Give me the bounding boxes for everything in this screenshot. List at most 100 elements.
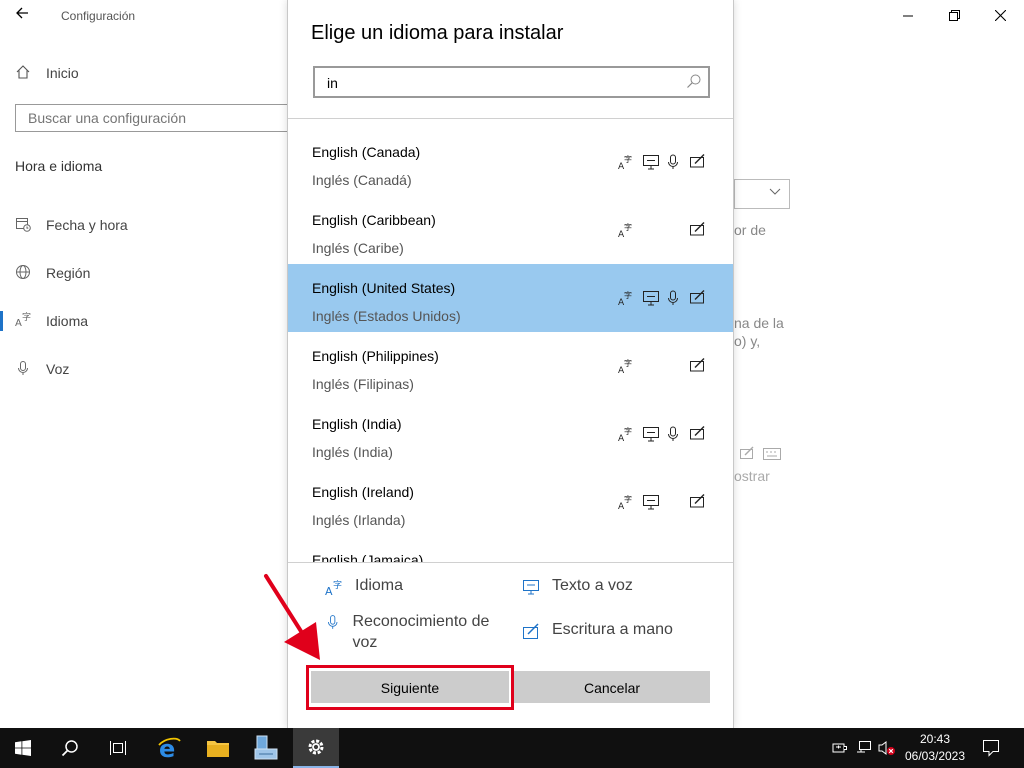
close-button[interactable] xyxy=(977,0,1023,32)
handwriting-icon xyxy=(523,623,539,639)
restore-button[interactable] xyxy=(931,0,977,32)
microphone-icon xyxy=(666,426,684,442)
sidebar-item-label: Idioma xyxy=(46,313,89,329)
language-name: English (Philippines) xyxy=(312,348,439,364)
language-list-item[interactable]: English (India) Inglés (India) A 字 xyxy=(288,400,733,468)
annotation-arrow-icon xyxy=(264,574,320,660)
legend-label: Escritura a mano xyxy=(552,621,673,638)
language-list[interactable]: English (Canada) Inglés (Canadá) A 字 English… xyxy=(288,118,733,562)
language-icon: A字 xyxy=(15,311,46,331)
text-to-speech-icon xyxy=(642,494,660,510)
settings-search[interactable] xyxy=(15,104,295,132)
microphone-icon xyxy=(666,154,684,170)
file-explorer-button[interactable] xyxy=(195,728,241,768)
legend-label: Texto a voz xyxy=(552,577,633,594)
microphone-icon xyxy=(666,290,684,306)
sidebar-item-speech[interactable]: Voz xyxy=(15,357,69,381)
sidebar-item-language[interactable]: A字 Idioma xyxy=(15,309,88,333)
language-name: English (Jamaica) xyxy=(312,552,424,562)
background-dropdown[interactable] xyxy=(734,179,790,209)
annotation-highlight-box xyxy=(306,665,514,710)
svg-text:A: A xyxy=(15,318,22,328)
language-local-name: Inglés (India) xyxy=(312,444,393,460)
volume-muted-icon xyxy=(878,741,895,755)
svg-text:字: 字 xyxy=(624,222,632,232)
sidebar-item-label: Fecha y hora xyxy=(46,217,128,233)
svg-text:字: 字 xyxy=(624,426,632,436)
language-name: English (Caribbean) xyxy=(312,212,436,228)
language-search-box[interactable] xyxy=(313,66,710,98)
svg-text:字: 字 xyxy=(624,154,632,164)
text-to-speech-icon xyxy=(642,426,660,442)
legend-language: A字 Idioma xyxy=(325,577,403,597)
clock-date: 06/03/2023 xyxy=(904,749,966,763)
language-list-item[interactable]: English (Caribbean) Inglés (Caribe) A 字 xyxy=(288,196,733,264)
home-icon xyxy=(15,64,46,83)
language-icon: A字 xyxy=(618,222,636,240)
handwriting-icon xyxy=(690,426,708,442)
background-text: or de xyxy=(734,222,766,238)
sidebar-item-region[interactable]: Región xyxy=(15,261,90,285)
language-local-name: Inglés (Estados Unidos) xyxy=(312,308,461,324)
internet-explorer-button[interactable]: e xyxy=(146,728,192,768)
minimize-button[interactable] xyxy=(885,0,931,32)
internet-explorer-icon: e xyxy=(158,736,181,760)
svg-text:字: 字 xyxy=(22,312,31,323)
taskbar-search-button[interactable] xyxy=(47,728,93,768)
active-indicator xyxy=(0,311,3,331)
language-name: English (India) xyxy=(312,416,402,432)
language-local-name: Inglés (Irlanda) xyxy=(312,512,406,528)
svg-text:字: 字 xyxy=(333,579,342,591)
search-icon xyxy=(61,740,78,757)
cancel-button[interactable]: Cancelar xyxy=(514,671,710,703)
chevron-down-icon xyxy=(769,185,781,200)
background-text: o) y, xyxy=(734,333,761,349)
svg-text:字: 字 xyxy=(624,358,632,368)
globe-icon xyxy=(15,264,46,283)
language-list-item[interactable]: English (Philippines) Inglés (Filipinas) A… xyxy=(288,332,733,400)
text-to-speech-icon xyxy=(642,154,660,170)
language-name: English (Canada) xyxy=(312,144,421,160)
windows-logo-icon xyxy=(15,740,31,756)
language-list-item[interactable]: English (Canada) Inglés (Canadá) A 字 xyxy=(288,128,733,196)
sidebar-item-label: Voz xyxy=(46,361,70,377)
network-tray-button[interactable] xyxy=(854,728,874,768)
language-icon: A字 xyxy=(618,154,636,172)
volume-tray-button[interactable] xyxy=(876,728,898,768)
power-tray-button[interactable] xyxy=(830,728,850,768)
language-list-item[interactable]: English (United States) Inglés (Estados U… xyxy=(288,264,733,332)
gear-icon xyxy=(308,739,324,755)
server-manager-button[interactable] xyxy=(243,728,289,768)
language-list-item[interactable]: English (Jamaica)A字 xyxy=(288,536,733,562)
language-search-input[interactable] xyxy=(325,72,669,94)
taskbar-clock[interactable]: 20:43 06/03/2023 xyxy=(900,731,970,765)
legend-speech-recognition: Reconocimiento de voz xyxy=(325,611,495,653)
language-list-item[interactable]: English (Ireland) Inglés (Irlanda) A 字 xyxy=(288,468,733,536)
background-text: na de la xyxy=(734,315,784,331)
microphone-icon xyxy=(15,360,46,379)
legend-text-to-speech: Texto a voz xyxy=(522,577,633,597)
search-icon xyxy=(687,74,701,88)
action-center-button[interactable] xyxy=(978,728,1004,768)
start-button[interactable] xyxy=(0,728,46,768)
server-manager-icon xyxy=(254,735,278,760)
folder-icon xyxy=(207,741,229,757)
sidebar-item-date-time[interactable]: Fecha y hora xyxy=(15,213,128,237)
settings-taskbar-button[interactable] xyxy=(293,728,339,768)
network-icon xyxy=(857,741,871,753)
settings-search-input[interactable] xyxy=(26,105,290,131)
svg-text:字: 字 xyxy=(624,494,632,504)
dialog-title: Elige un idioma para instalar xyxy=(311,22,564,44)
background-text: ostrar xyxy=(734,468,770,484)
language-icon: A字 xyxy=(618,290,636,308)
divider xyxy=(288,562,733,563)
sidebar-item-label: Región xyxy=(46,265,91,281)
task-view-button[interactable] xyxy=(95,728,141,768)
legend-label: Reconocimiento de voz xyxy=(352,613,490,651)
power-plug-icon xyxy=(832,743,847,753)
back-arrow-icon[interactable] xyxy=(8,4,36,28)
language-name: English (United States) xyxy=(312,280,456,296)
home-link[interactable]: Inicio xyxy=(15,61,79,85)
language-icon: A字 xyxy=(618,494,636,512)
language-icon: A字 xyxy=(618,426,636,444)
